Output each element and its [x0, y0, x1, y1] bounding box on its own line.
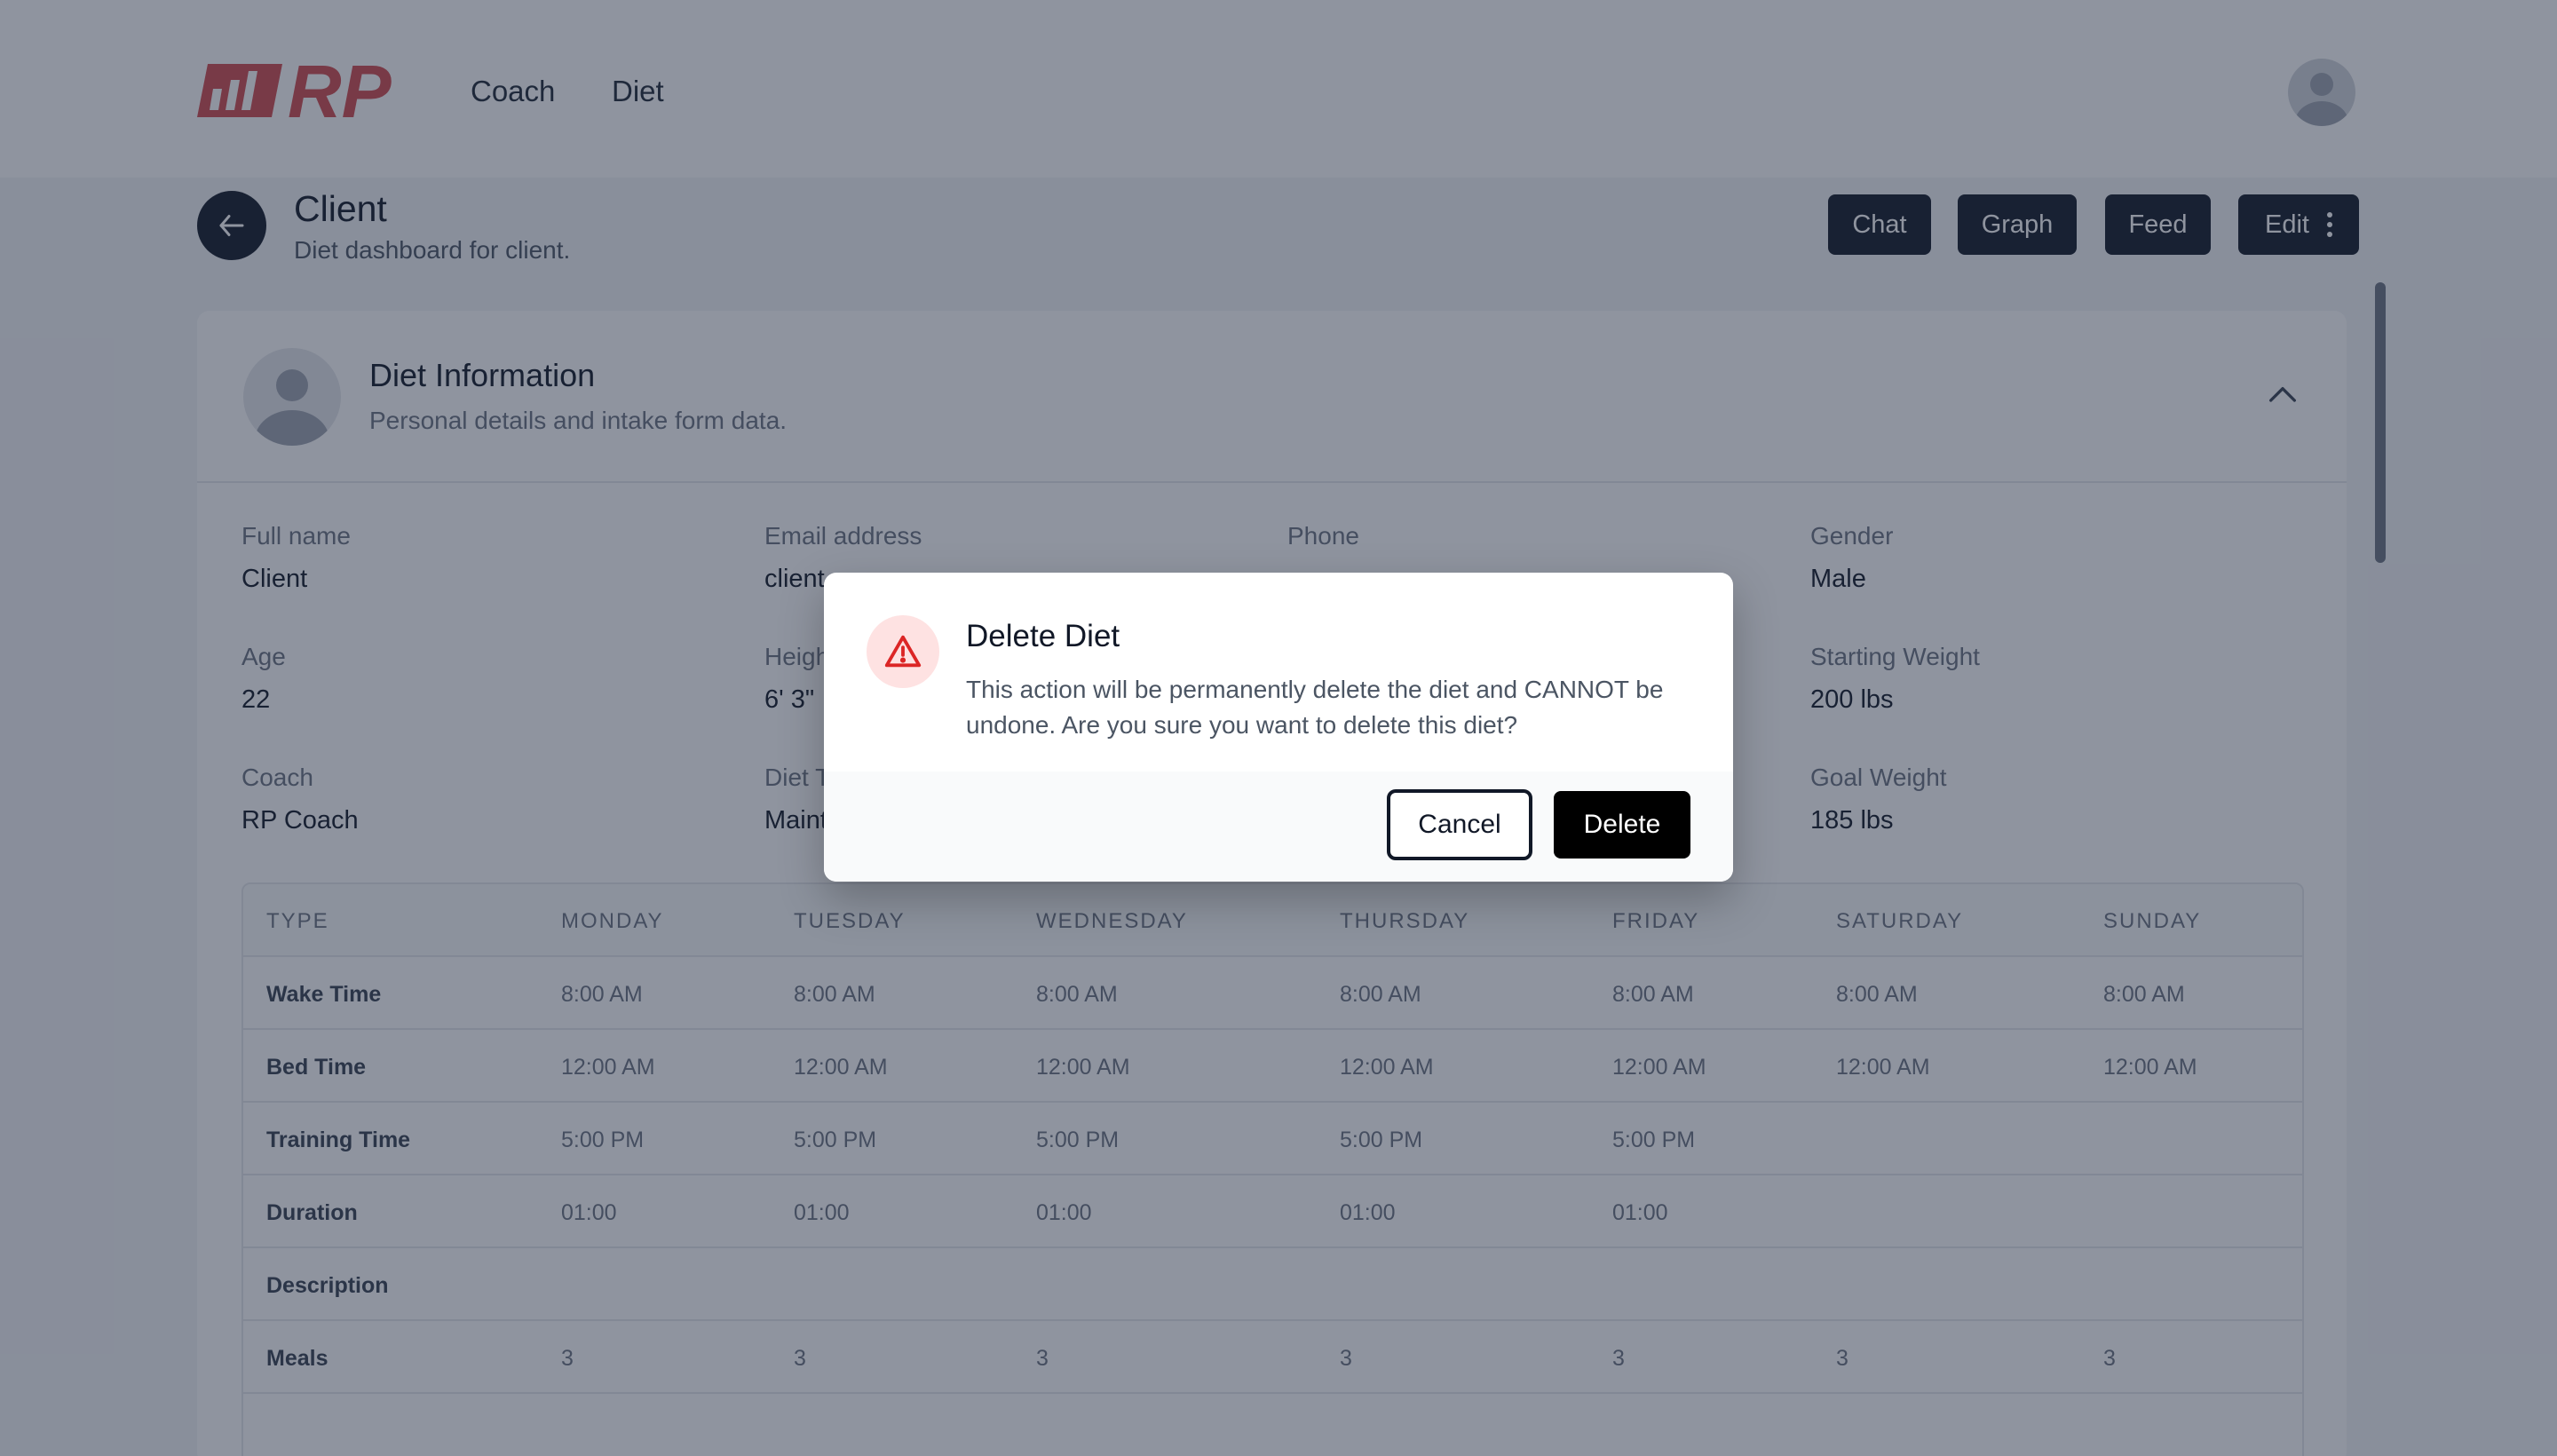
- delete-diet-dialog: Delete Diet This action will be permanen…: [824, 573, 1733, 882]
- dialog-message: This action will be permanently delete t…: [966, 676, 1664, 739]
- warning-triangle-icon: [884, 635, 922, 668]
- delete-button[interactable]: Delete: [1554, 791, 1690, 859]
- warning-icon-badge: [867, 615, 939, 688]
- cancel-button[interactable]: Cancel: [1387, 789, 1532, 860]
- dialog-title: Delete Diet: [966, 619, 1120, 653]
